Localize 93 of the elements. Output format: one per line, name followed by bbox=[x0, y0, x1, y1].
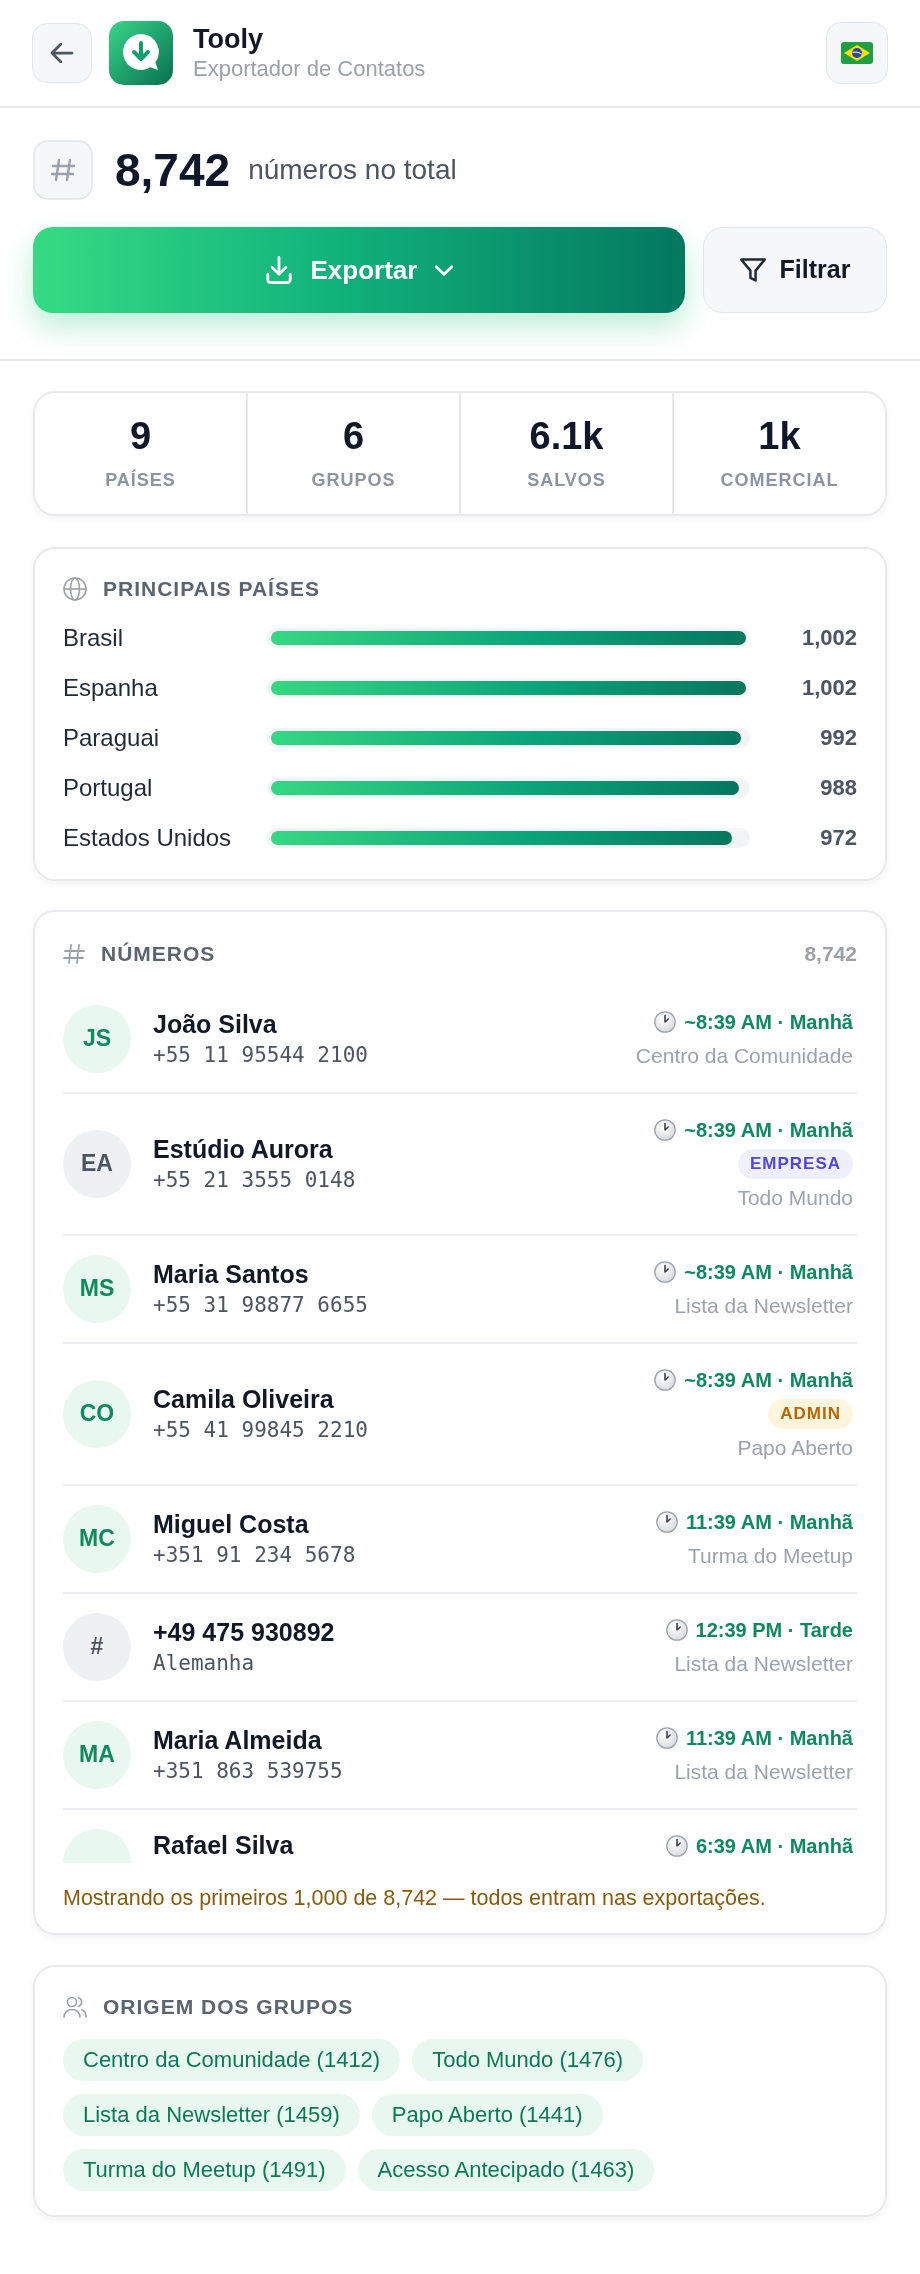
contact-phone: Alemanha bbox=[153, 1649, 256, 1677]
chevron-down-icon bbox=[435, 264, 454, 276]
section-title: NÚMEROS bbox=[101, 940, 216, 967]
avatar: MC bbox=[63, 1504, 131, 1573]
stat-value: 1k bbox=[757, 415, 802, 459]
group-chip: Turma do Meetup (1491) bbox=[63, 2148, 346, 2191]
contact-time: ~8:39 AM · Manhã bbox=[684, 1117, 853, 1143]
clock-icon bbox=[654, 1260, 677, 1283]
section-title: ORIGEM DOS GRUPOS bbox=[103, 1993, 354, 2020]
group-chip: Lista da Newsletter (1459) bbox=[63, 2093, 360, 2136]
country-count: 988 bbox=[819, 774, 857, 803]
group-name: Todo Mundo bbox=[737, 1184, 853, 1211]
country-count: 972 bbox=[819, 824, 857, 853]
funnel-icon bbox=[739, 257, 766, 283]
contact-name: Miguel Costa bbox=[153, 1508, 310, 1540]
avatar: # bbox=[63, 1612, 131, 1681]
contact-time: ~8:39 AM · Manhã bbox=[684, 1259, 853, 1285]
avatar: MA bbox=[63, 1720, 131, 1789]
contact-phone: +351 91 234 5678 bbox=[153, 1541, 357, 1569]
hash-icon bbox=[33, 140, 93, 200]
group-name: Lista da Newsletter bbox=[674, 1292, 853, 1319]
country-count: 1,002 bbox=[800, 674, 857, 703]
flag-icon bbox=[841, 42, 873, 64]
contact-name: Camila Oliveira bbox=[153, 1383, 335, 1415]
group-name: Turma do Meetup bbox=[688, 1542, 853, 1569]
contact-phone: +55 41 99845 2210 bbox=[153, 1416, 369, 1444]
group-name: Centro da Comunidade bbox=[635, 1042, 853, 1069]
contact-time: ~8:39 AM · Manhã bbox=[684, 1009, 853, 1035]
contact-time: ~8:39 AM · Manhã bbox=[684, 1367, 853, 1393]
back-button[interactable] bbox=[32, 23, 92, 83]
people-icon bbox=[63, 1995, 87, 2018]
clock-icon bbox=[665, 1618, 688, 1641]
clock-icon bbox=[665, 1834, 688, 1857]
country-name: Brasil bbox=[63, 622, 124, 653]
contact-time: 12:39 PM · Tarde bbox=[695, 1617, 853, 1643]
contact-phone: +55 11 95544 2100 bbox=[153, 1041, 369, 1069]
clock-icon bbox=[655, 1510, 678, 1533]
numbers-count: 8,742 bbox=[804, 940, 857, 967]
stat-label: COMERCIAL bbox=[719, 468, 840, 492]
globe-icon bbox=[63, 576, 87, 601]
country-name: Estados Unidos bbox=[63, 822, 233, 853]
group-name: Lista da Newsletter bbox=[674, 1758, 853, 1785]
download-icon bbox=[264, 256, 293, 284]
total-count: 8,742 bbox=[115, 147, 231, 193]
app-subtitle: Exportador de Contatos bbox=[193, 54, 426, 83]
app-title: Tooly bbox=[193, 23, 264, 55]
contact-name: Estúdio Aurora bbox=[153, 1133, 334, 1165]
group-chip: Acesso Antecipado (1463) bbox=[357, 2148, 655, 2191]
stat-value: 9 bbox=[128, 415, 153, 459]
list-note: Mostrando os primeiros 1,000 de 8,742 — todos entram nas exportações. bbox=[63, 1884, 767, 1912]
contact-name: Maria Almeida bbox=[153, 1724, 323, 1756]
role-badge: EMPRESA bbox=[737, 1148, 853, 1179]
app-logo-icon bbox=[109, 21, 173, 85]
avatar: EA bbox=[63, 1129, 131, 1198]
group-chip: Centro da Comunidade (1412) bbox=[63, 2038, 401, 2081]
section-title: PRINCIPAIS PAÍSES bbox=[103, 575, 320, 602]
group-name: Lista da Newsletter bbox=[674, 1650, 853, 1677]
contact-name: +49 475 930892 bbox=[153, 1616, 336, 1648]
stat-value: 6.1k bbox=[528, 415, 605, 459]
avatar: MS bbox=[63, 1254, 131, 1323]
country-name: Portugal bbox=[63, 772, 154, 803]
back-arrow-icon bbox=[50, 43, 74, 63]
stat-label: SALVOS bbox=[526, 468, 607, 492]
filter-button[interactable]: Filtrar bbox=[703, 227, 887, 313]
contact-time: 11:39 AM · Manhã bbox=[685, 1509, 853, 1535]
avatar: JS bbox=[63, 1004, 131, 1073]
stat-label: GRUPOS bbox=[310, 468, 397, 492]
stat-label: PAÍSES bbox=[104, 468, 177, 492]
contact-phone: +351 863 539755 bbox=[153, 1757, 344, 1785]
clock-icon bbox=[654, 1368, 677, 1391]
clock-icon bbox=[654, 1118, 677, 1141]
language-button[interactable] bbox=[826, 22, 888, 84]
contact-time: 6:39 AM · Manhã bbox=[695, 1833, 853, 1859]
clock-icon bbox=[655, 1726, 678, 1749]
stat-value: 6 bbox=[341, 415, 366, 459]
country-count: 992 bbox=[819, 724, 857, 753]
country-name: Espanha bbox=[63, 672, 159, 703]
total-label: números no total bbox=[248, 153, 457, 187]
contact-phone: +55 31 98877 6655 bbox=[153, 1291, 369, 1319]
country-name: Paraguai bbox=[63, 722, 161, 753]
contact-name: João Silva bbox=[153, 1008, 278, 1040]
group-name: Papo Aberto bbox=[737, 1434, 853, 1461]
contact-name: Rafael Silva bbox=[153, 1829, 295, 1861]
country-count: 1,002 bbox=[800, 624, 857, 653]
contact-time: 11:39 AM · Manhã bbox=[685, 1725, 853, 1751]
contact-name: Maria Santos bbox=[153, 1258, 310, 1290]
avatar: CO bbox=[63, 1379, 131, 1448]
group-chip: Papo Aberto (1441) bbox=[371, 2093, 603, 2136]
group-chip: Todo Mundo (1476) bbox=[412, 2038, 643, 2081]
clock-icon bbox=[654, 1010, 677, 1033]
contact-phone: +55 21 3555 0148 bbox=[153, 1166, 357, 1194]
role-badge: ADMIN bbox=[768, 1398, 853, 1429]
hash-icon bbox=[63, 942, 85, 965]
